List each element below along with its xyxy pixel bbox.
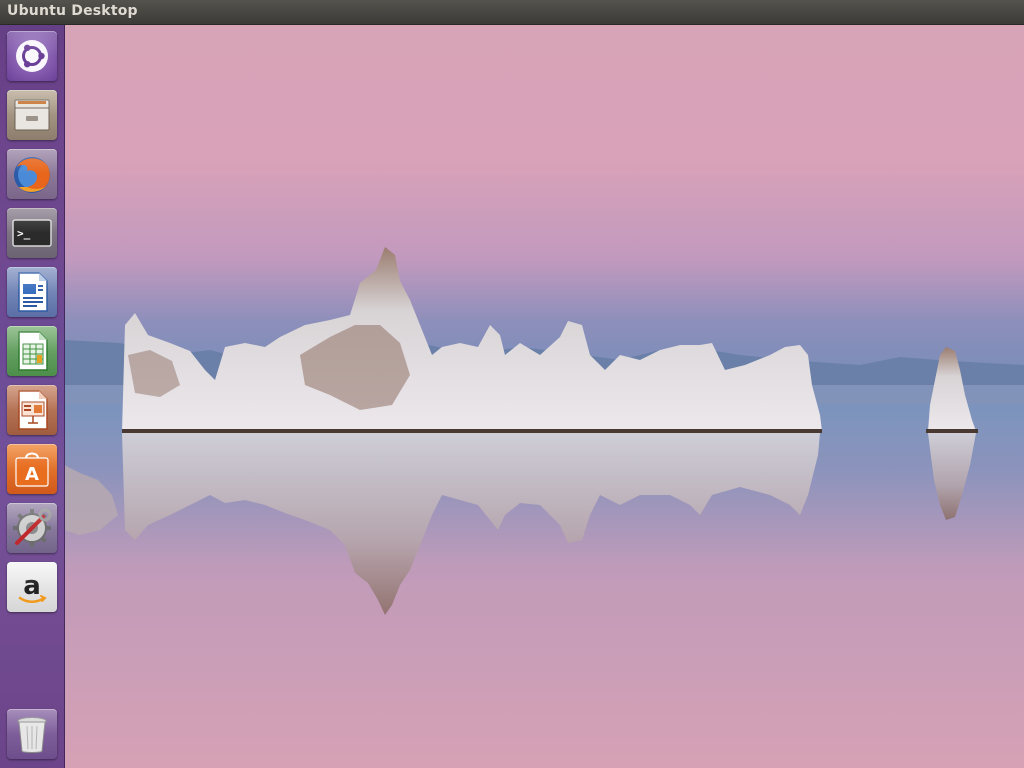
file-cabinet-icon (14, 99, 50, 131)
launcher-item-amazon[interactable]: a (7, 562, 57, 612)
launcher-item-trash[interactable] (7, 709, 57, 759)
document-icon (18, 272, 48, 312)
launcher-item-libreoffice-writer[interactable] (7, 267, 57, 317)
launcher-item-firefox[interactable] (7, 149, 57, 199)
desktop-wallpaper (0, 25, 1024, 768)
unity-launcher: >_ A a (0, 25, 65, 768)
trash-icon (17, 717, 47, 753)
shopping-bag-icon: A (15, 452, 49, 487)
desktop: Ubuntu Desktop >_ A a (0, 0, 1024, 768)
window-title: Ubuntu Desktop (7, 3, 138, 19)
terminal-prompt-glyph: >_ (17, 227, 31, 240)
launcher-item-terminal[interactable]: >_ (7, 208, 57, 258)
presentation-icon (18, 390, 48, 430)
terminal-icon: >_ (12, 219, 52, 247)
launcher-item-files[interactable] (7, 90, 57, 140)
amazon-icon: a (18, 571, 47, 603)
software-center-glyph: A (25, 464, 39, 485)
settings-icon (13, 508, 52, 547)
launcher-item-system-settings[interactable] (7, 503, 57, 553)
launcher-item-software-center[interactable]: A (7, 444, 57, 494)
launcher-item-libreoffice-calc[interactable] (7, 326, 57, 376)
ubuntu-logo-icon (16, 40, 48, 72)
launcher-item-dash-home[interactable] (7, 31, 57, 81)
amazon-glyph: a (23, 571, 41, 601)
launcher-item-libreoffice-impress[interactable] (7, 385, 57, 435)
spreadsheet-icon (18, 331, 48, 371)
firefox-icon (14, 157, 50, 193)
top-panel: Ubuntu Desktop (0, 0, 1024, 25)
